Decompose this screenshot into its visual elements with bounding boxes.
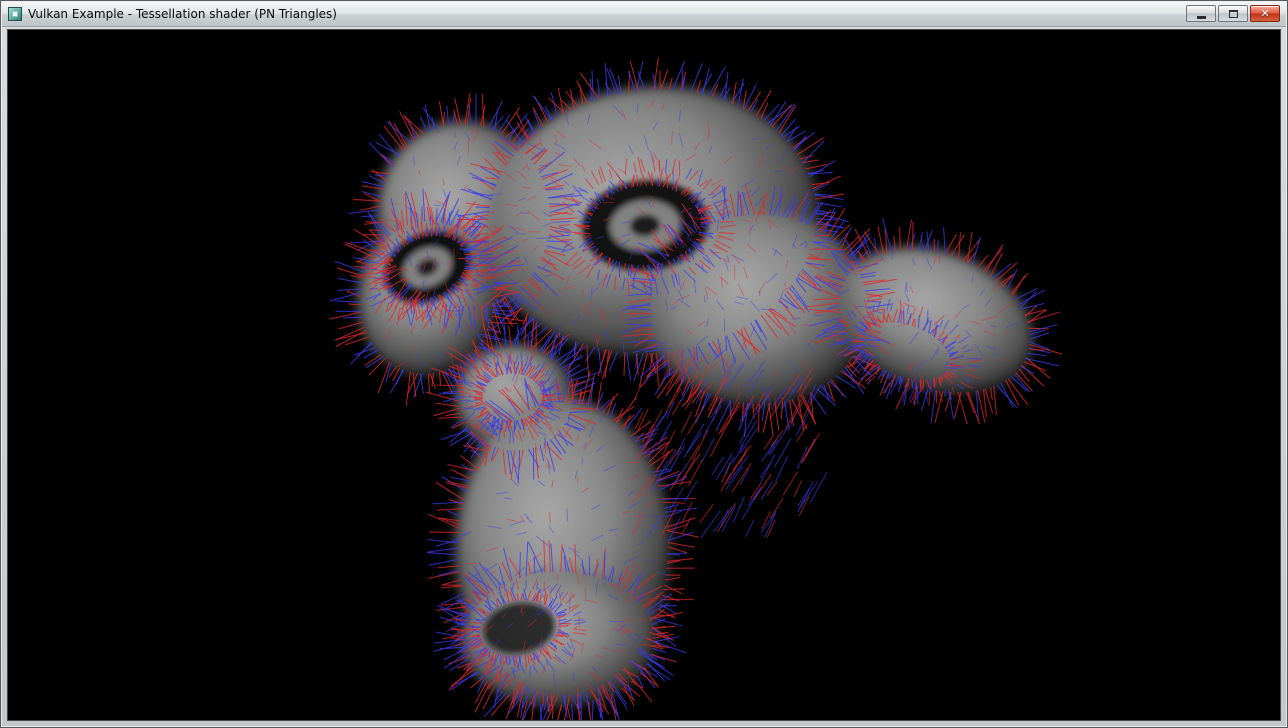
titlebar[interactable]: Vulkan Example - Tessellation shader (PN… — [2, 2, 1286, 27]
maximize-icon — [1229, 10, 1238, 18]
window-controls: ✕ — [1186, 2, 1280, 22]
close-icon: ✕ — [1260, 8, 1269, 19]
maximize-button[interactable] — [1218, 5, 1248, 22]
app-icon — [8, 7, 22, 21]
minimize-icon — [1197, 16, 1206, 19]
render-viewport[interactable] — [7, 29, 1281, 721]
app-icon-glyph — [12, 11, 18, 17]
window-title: Vulkan Example - Tessellation shader (PN… — [28, 7, 337, 21]
app-window: Vulkan Example - Tessellation shader (PN… — [0, 0, 1288, 728]
minimize-button[interactable] — [1186, 5, 1216, 22]
close-button[interactable]: ✕ — [1250, 5, 1280, 22]
model-render — [8, 30, 1280, 720]
